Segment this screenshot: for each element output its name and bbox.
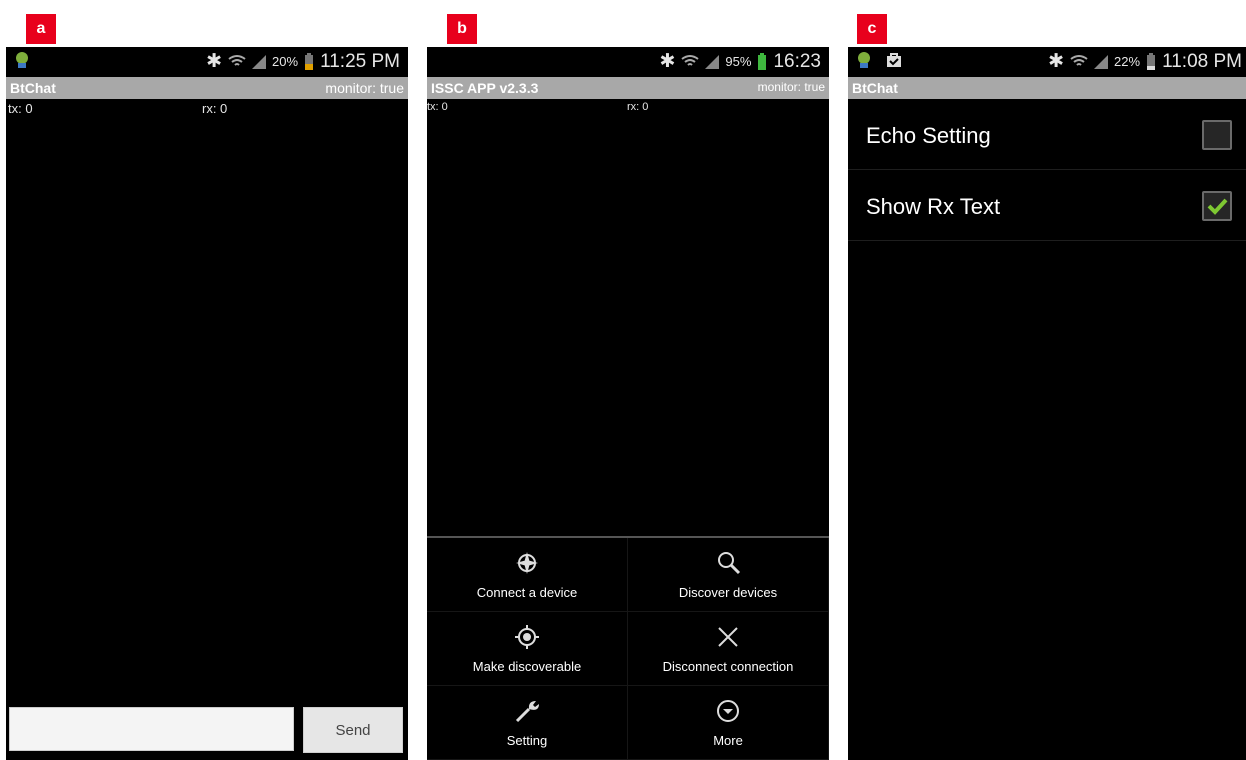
bluetooth-icon: ✱ bbox=[659, 51, 676, 72]
chevron-down-circle-icon bbox=[717, 700, 739, 722]
checkmark-icon bbox=[1207, 198, 1228, 215]
wifi-icon bbox=[1070, 54, 1088, 66]
show-rx-text-checkbox[interactable] bbox=[1202, 191, 1232, 221]
tx-rx-counters: tx: 0 rx: 0 bbox=[427, 99, 829, 117]
phone-screen-a: ✱ 20% 11:25 PM BtChat monitor: true tx: … bbox=[6, 47, 408, 760]
pref-row-echo-setting[interactable]: Echo Setting bbox=[848, 99, 1246, 170]
panel-label-a: a bbox=[26, 14, 56, 44]
battery-icon bbox=[1147, 52, 1156, 70]
menu-item-disconnect-connection[interactable]: Disconnect connection bbox=[628, 612, 829, 686]
bluetooth-icon: ✱ bbox=[206, 51, 223, 72]
menu-item-make-discoverable[interactable]: Make discoverable bbox=[427, 612, 628, 686]
message-input[interactable] bbox=[9, 707, 294, 751]
menu-item-label: More bbox=[713, 733, 743, 748]
wrench-icon bbox=[515, 701, 539, 723]
menu-item-discover-devices[interactable]: Discover devices bbox=[628, 538, 829, 612]
app-title: BtChat bbox=[852, 80, 898, 96]
echo-setting-checkbox[interactable] bbox=[1202, 120, 1232, 150]
shopping-bag-icon bbox=[887, 53, 901, 67]
wifi-icon bbox=[681, 54, 700, 66]
app-title-bar: ISSC APP v2.3.3 monitor: true bbox=[427, 77, 829, 99]
panel-label-c: c bbox=[857, 14, 887, 44]
options-menu: Connect a device Discover devices Make d… bbox=[427, 536, 829, 760]
menu-item-label: Connect a device bbox=[476, 585, 578, 600]
pref-row-show-rx-text[interactable]: Show Rx Text bbox=[848, 170, 1246, 241]
menu-item-label: Discover devices bbox=[678, 585, 778, 600]
menu-item-connect-device[interactable]: Connect a device bbox=[427, 538, 628, 612]
status-bar: ✱ 20% 11:25 PM bbox=[6, 47, 408, 77]
clock: 11:08 PM bbox=[1162, 50, 1242, 72]
close-icon bbox=[718, 627, 738, 647]
battery-icon bbox=[305, 52, 314, 70]
battery-icon bbox=[758, 52, 767, 70]
battery-percent: 20% bbox=[272, 54, 299, 69]
rx-counter: rx: 0 bbox=[627, 101, 649, 113]
menu-item-label: Make discoverable bbox=[472, 659, 582, 674]
tx-counter: tx: 0 bbox=[427, 101, 448, 113]
status-bar: ✱ 22% 11:08 PM bbox=[848, 47, 1246, 77]
battery-percent: 95% bbox=[725, 54, 752, 69]
menu-item-more[interactable]: More bbox=[628, 686, 829, 760]
phone-screen-c: ✱ 22% 11:08 PM BtChat Echo Setting Show … bbox=[848, 47, 1246, 760]
menu-item-setting[interactable]: Setting bbox=[427, 686, 628, 760]
tx-rx-counters: tx: 0 rx: 0 bbox=[6, 99, 408, 117]
status-bar: ✱ 95% 16:23 bbox=[427, 47, 829, 77]
android-notification-icon bbox=[858, 52, 870, 68]
panel-label-b: b bbox=[447, 14, 477, 44]
send-button[interactable]: Send bbox=[303, 707, 403, 753]
app-title-bar: BtChat bbox=[848, 77, 1246, 99]
monitor-status: monitor: true bbox=[325, 80, 404, 96]
clock: 16:23 bbox=[773, 50, 821, 72]
battery-percent: 22% bbox=[1114, 54, 1141, 69]
pref-label: Echo Setting bbox=[866, 123, 991, 148]
wifi-icon bbox=[228, 54, 246, 66]
clock: 11:25 PM bbox=[320, 50, 400, 72]
phone-screen-b: ✱ 95% 16:23 ISSC APP v2.3.3 monitor: tru… bbox=[427, 47, 829, 760]
tx-counter: tx: 0 bbox=[8, 101, 33, 116]
signal-icon bbox=[705, 54, 720, 69]
bluetooth-icon: ✱ bbox=[1048, 51, 1065, 72]
rx-counter: rx: 0 bbox=[202, 101, 228, 116]
signal-icon bbox=[252, 54, 267, 69]
menu-item-label: Disconnect connection bbox=[662, 659, 794, 674]
send-bar: Send bbox=[6, 702, 408, 760]
monitor-status: monitor: true bbox=[757, 80, 825, 94]
app-title: BtChat bbox=[10, 80, 56, 96]
app-title-bar: BtChat monitor: true bbox=[6, 77, 408, 99]
pref-label: Show Rx Text bbox=[866, 194, 1001, 219]
app-title: ISSC APP v2.3.3 bbox=[431, 80, 539, 96]
target-icon bbox=[515, 625, 539, 649]
android-notification-icon bbox=[16, 52, 28, 68]
compass-icon bbox=[516, 552, 538, 574]
search-icon bbox=[718, 552, 741, 575]
signal-icon bbox=[1094, 54, 1109, 69]
menu-item-label: Setting bbox=[506, 733, 548, 748]
